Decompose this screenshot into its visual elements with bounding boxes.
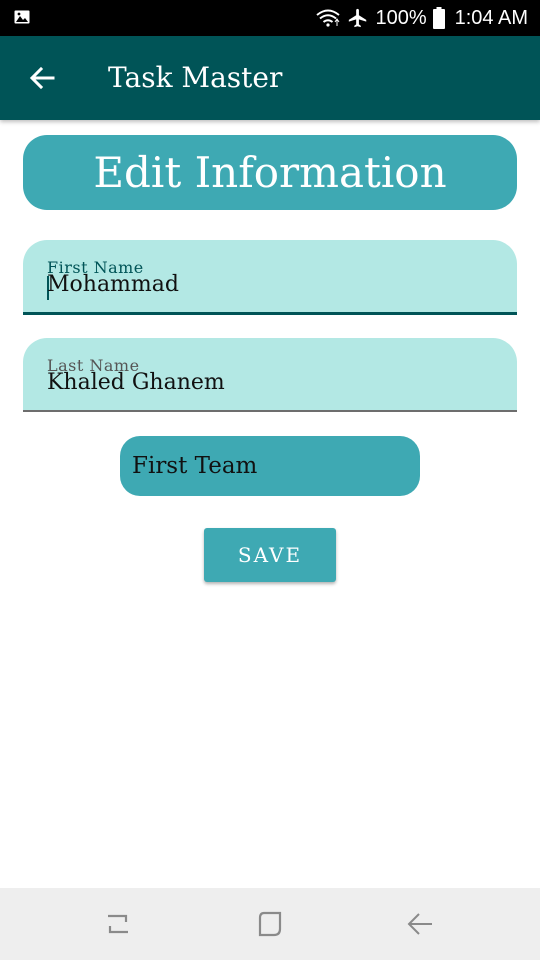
home-button[interactable] (252, 908, 288, 940)
arrow-left-icon (29, 66, 55, 90)
battery-percentage: 100% (375, 6, 427, 29)
save-button[interactable]: SAVE (204, 528, 336, 582)
home-icon (258, 911, 282, 937)
gallery-icon (14, 10, 30, 24)
team-selector[interactable]: First Team (120, 436, 420, 496)
battery-icon (432, 7, 445, 29)
back-button[interactable] (22, 60, 62, 96)
app-title: Task Master (108, 61, 283, 94)
status-bar: 100% 1:04 AM (0, 0, 540, 36)
system-nav-bar (0, 888, 540, 960)
status-clock: 1:04 AM (454, 6, 528, 29)
recents-button[interactable] (100, 908, 136, 940)
airplane-mode-icon (349, 8, 367, 28)
last-name-value[interactable]: Khaled Ghanem (47, 370, 225, 395)
page-title: Edit Information (23, 135, 517, 210)
status-icons: 100% 1:04 AM (315, 0, 528, 36)
back-icon (407, 913, 432, 935)
first-name-field[interactable]: First Name Mohammad (23, 240, 517, 315)
recents-icon (108, 914, 128, 934)
last-name-field[interactable]: Last Name Khaled Ghanem (23, 338, 517, 412)
team-selected-value: First Team (132, 453, 258, 479)
app-bar: Task Master (0, 36, 540, 120)
first-name-value[interactable]: Mohammad (47, 272, 179, 297)
wifi-icon (316, 9, 341, 27)
nav-back-button[interactable] (402, 908, 438, 940)
